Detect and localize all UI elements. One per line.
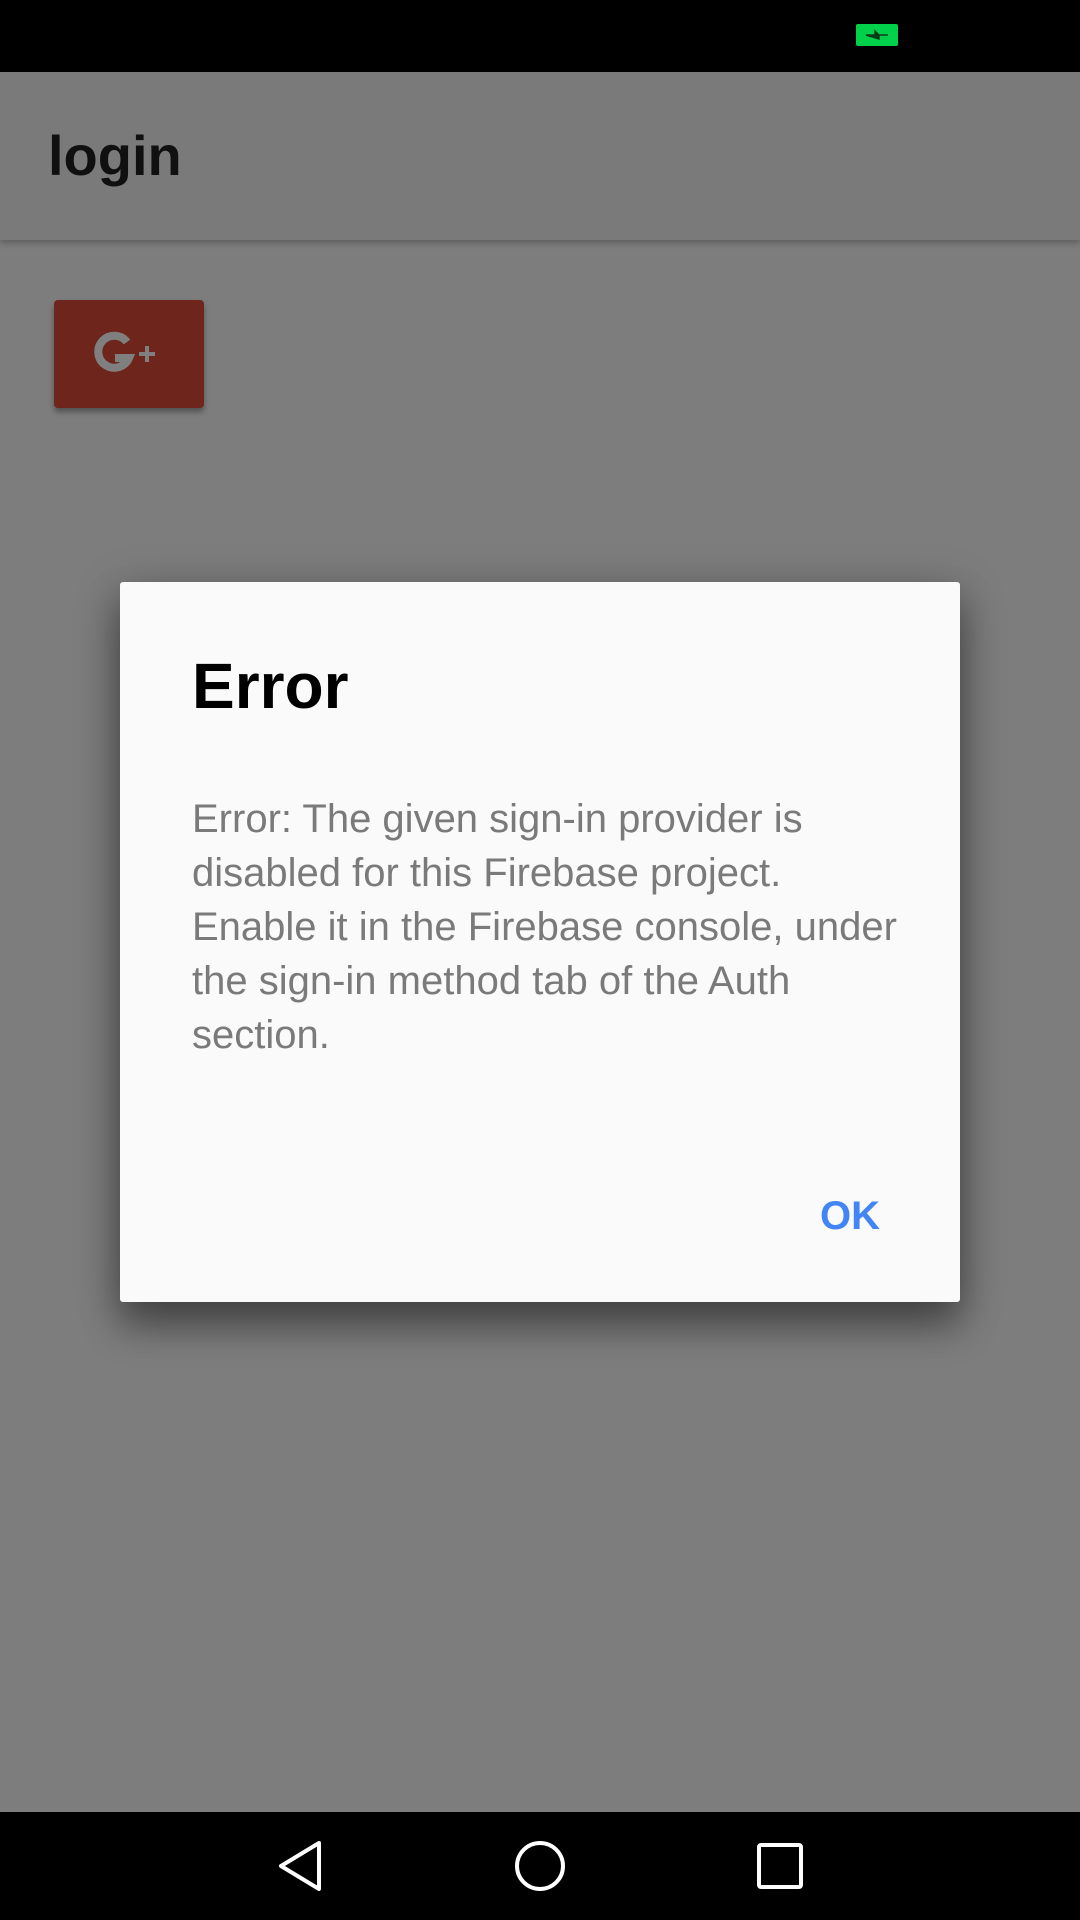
back-button[interactable]	[240, 1812, 360, 1920]
navigation-bar	[0, 1812, 1080, 1920]
recents-button[interactable]	[720, 1812, 840, 1920]
recents-square-icon	[757, 1843, 803, 1889]
dialog-title: Error	[192, 650, 349, 722]
battery-charging-icon	[856, 24, 898, 46]
dialog-message: Error: The given sign-in provider is dis…	[192, 797, 897, 1057]
back-triangle-icon	[279, 1841, 321, 1891]
home-button[interactable]	[480, 1812, 600, 1920]
screen: login Error Error: The given sign-in pro…	[0, 0, 1080, 1920]
ok-button[interactable]: OK	[800, 1186, 900, 1246]
status-bar	[0, 0, 1080, 72]
home-circle-icon	[515, 1841, 565, 1891]
